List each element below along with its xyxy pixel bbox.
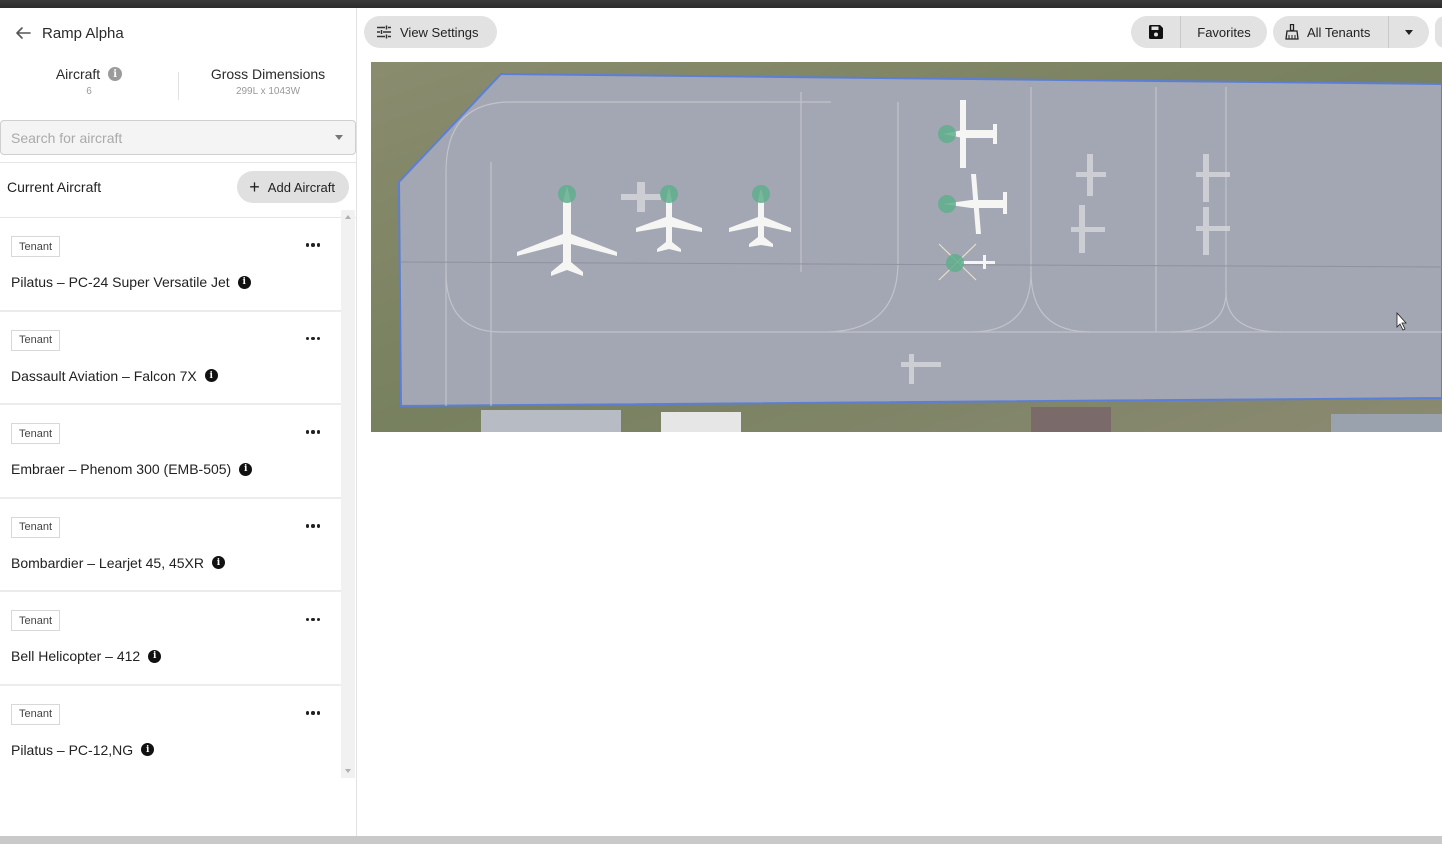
tenant-dropdown-button[interactable] xyxy=(1389,29,1429,35)
info-icon[interactable]: i xyxy=(148,649,162,663)
caret-down-icon[interactable] xyxy=(335,135,343,140)
info-icon[interactable]: i xyxy=(212,556,225,570)
aircraft-name: Embraer – Phenom 300 (EMB-505) xyxy=(11,461,232,478)
aircraft-name: Bombardier – Learjet 45, 45XR xyxy=(11,554,204,571)
aircraft-list-scrollbar[interactable] xyxy=(341,210,355,778)
info-icon[interactable]: i xyxy=(204,369,218,383)
more-options-icon[interactable] xyxy=(302,234,324,256)
favorites-button[interactable]: Favorites xyxy=(1181,25,1267,40)
view-settings-label: View Settings xyxy=(400,24,479,40)
aircraft-name: Dassault Aviation – Falcon 7X xyxy=(11,367,197,384)
scroll-down-icon[interactable] xyxy=(345,769,351,773)
toolbar-overflow-button[interactable] xyxy=(1435,16,1442,48)
aircraft-count-label: Aircraft xyxy=(55,66,101,82)
gross-dimensions-label: Gross Dimensions xyxy=(210,66,326,82)
aircraft-list-item[interactable]: Tenant Embraer – Phenom 300 (EMB-505) i xyxy=(0,405,341,499)
hangar-building xyxy=(661,412,741,432)
divider xyxy=(0,162,357,163)
floppy-disk-icon xyxy=(1148,25,1163,39)
sidebar: Ramp Alpha Aircraft i 6 Gross Dimensions … xyxy=(0,8,357,836)
tenant-tag: Tenant xyxy=(11,423,61,445)
aircraft-name: Pilatus – PC-12,NG xyxy=(11,741,134,758)
favorites-group: Favorites xyxy=(1131,16,1267,48)
more-options-icon[interactable] xyxy=(302,608,324,630)
all-tenants-button[interactable]: All Tenants xyxy=(1273,16,1389,48)
gross-dimensions-stat: Gross Dimensions 299L x 1043W xyxy=(179,66,357,106)
hangar-building xyxy=(1031,407,1111,432)
tenant-tag: Tenant xyxy=(11,329,61,351)
ramp-stats: Aircraft i 6 Gross Dimensions 299L x 1043… xyxy=(0,66,357,106)
aircraft-count-stat: Aircraft i 6 xyxy=(0,66,178,106)
broom-icon xyxy=(1285,24,1299,40)
scroll-up-icon[interactable] xyxy=(345,215,351,219)
aircraft-list: Tenant Pilatus – PC-24 Super Versatile J… xyxy=(0,218,341,776)
gross-dimensions-value: 299L x 1043W xyxy=(235,86,301,97)
aircraft-list-item[interactable]: Tenant Pilatus – PC-24 Super Versatile J… xyxy=(0,218,341,312)
aircraft-list-item[interactable]: Tenant Bombardier – Learjet 45, 45XR i xyxy=(0,499,341,593)
tenant-tag: Tenant xyxy=(11,236,61,257)
hangar-building xyxy=(481,410,621,432)
aircraft-list-item[interactable]: Tenant Bell Helicopter – 412 i xyxy=(0,592,341,686)
window-title-bar xyxy=(0,0,1442,8)
caret-down-icon xyxy=(1405,29,1413,35)
sliders-icon xyxy=(377,25,391,39)
current-aircraft-label: Current Aircraft xyxy=(7,179,102,195)
aircraft-name: Bell Helicopter – 412 xyxy=(11,648,141,665)
more-options-icon[interactable] xyxy=(302,702,324,724)
aircraft-list-item[interactable]: Tenant Pilatus – PC-12,NG i xyxy=(0,686,341,776)
view-settings-button[interactable]: View Settings xyxy=(364,16,497,48)
save-button[interactable] xyxy=(1131,16,1181,48)
tenant-tag: Tenant xyxy=(11,610,61,632)
arrow-left-icon xyxy=(16,27,31,39)
more-options-icon[interactable] xyxy=(302,328,324,350)
aircraft-search-input[interactable] xyxy=(11,129,335,146)
tenant-tag: Tenant xyxy=(11,703,61,725)
ramp-map[interactable] xyxy=(371,62,1442,432)
current-aircraft-header: Current Aircraft + Add Aircraft xyxy=(0,171,357,203)
more-options-icon[interactable] xyxy=(302,515,324,537)
ramp-title: Ramp Alpha xyxy=(42,24,124,42)
info-icon[interactable]: i xyxy=(108,67,123,81)
info-icon[interactable]: i xyxy=(237,275,251,289)
aircraft-list-item[interactable]: Tenant Dassault Aviation – Falcon 7X i xyxy=(0,312,341,406)
aircraft-search[interactable] xyxy=(0,120,356,155)
aircraft-name: Pilatus – PC-24 Super Versatile Jet xyxy=(11,274,230,290)
info-icon[interactable]: i xyxy=(141,743,155,757)
tenant-filter-group: All Tenants xyxy=(1273,16,1429,48)
tenant-tag: Tenant xyxy=(11,516,61,538)
plus-icon: + xyxy=(249,177,260,197)
info-icon[interactable]: i xyxy=(239,462,253,476)
ramp-map-canvas[interactable] xyxy=(371,62,1442,432)
horizontal-scrollbar[interactable] xyxy=(0,836,1442,844)
hangar-building xyxy=(1331,414,1442,432)
add-aircraft-button[interactable]: + Add Aircraft xyxy=(237,171,349,203)
add-aircraft-label: Add Aircraft xyxy=(267,179,335,195)
back-button[interactable]: Ramp Alpha xyxy=(14,24,124,42)
more-options-icon[interactable] xyxy=(302,421,324,443)
all-tenants-label: All Tenants xyxy=(1307,24,1371,40)
aircraft-count-value: 6 xyxy=(86,86,92,97)
